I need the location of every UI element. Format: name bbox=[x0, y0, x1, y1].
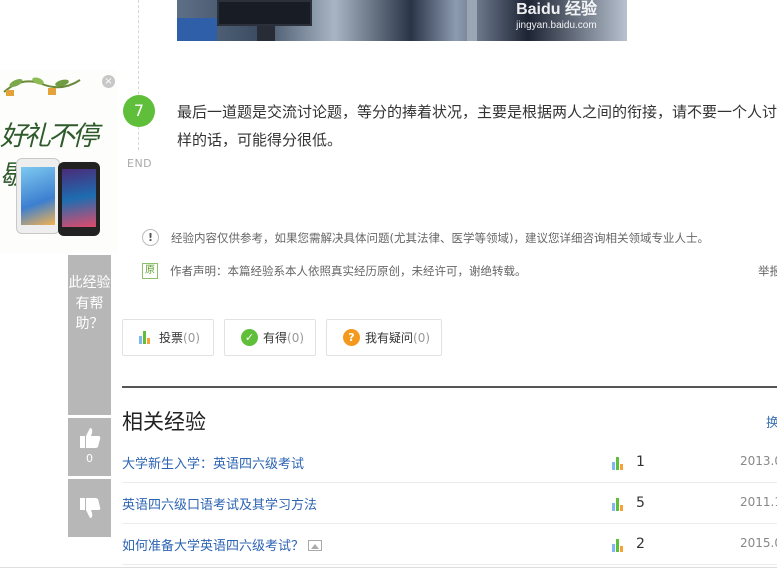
photo-detail bbox=[217, 0, 312, 26]
check-icon: ✓ bbox=[241, 329, 258, 346]
related-item-votes: 5 bbox=[612, 495, 645, 511]
step-text: 最后一道题是交流讨论题，等分的捧着状况，主要是根据两人之间的衔接，请不要一个人讨… bbox=[177, 103, 777, 149]
phone-image bbox=[16, 158, 60, 234]
related-title: 相关经验 bbox=[122, 410, 206, 434]
close-icon[interactable]: × bbox=[102, 75, 115, 88]
related-item-vote-count: 1 bbox=[636, 454, 645, 470]
related-item: 大学新生入学：英语四六级考试 1 2013.0 bbox=[122, 442, 777, 483]
vine-decoration-icon bbox=[3, 77, 81, 96]
related-item-votes: 2 bbox=[612, 536, 645, 552]
related-item-vote-count: 5 bbox=[636, 495, 645, 511]
original-badge-icon: 原 bbox=[142, 263, 158, 279]
related-item-date: 2013.0 bbox=[740, 454, 777, 468]
author-statement-row: 原 作者声明：本篇经验系本人依照真实经历原创，未经许可，谢绝转载。 bbox=[142, 263, 527, 279]
report-link[interactable]: 举报 bbox=[758, 263, 777, 279]
watermark-brand: Baidu 经验 bbox=[516, 1, 597, 18]
thumbs-up-count: 0 bbox=[86, 452, 93, 465]
vote-button[interactable]: 投票 (0) bbox=[122, 319, 214, 356]
related-item-date: 2011.1 bbox=[740, 495, 777, 509]
phone-image bbox=[58, 162, 100, 236]
bottom-divider bbox=[0, 567, 777, 568]
useful-label: 有得 bbox=[263, 331, 288, 345]
helpful-question: 此经验有帮助？ bbox=[68, 255, 111, 415]
related-item-link[interactable]: 如何准备大学英语四六级考试？ bbox=[122, 535, 323, 554]
photo-detail bbox=[257, 26, 275, 41]
promo-ad[interactable]: 好礼不停歇 bbox=[0, 70, 117, 253]
bar-chart-icon bbox=[612, 498, 626, 511]
related-item-title: 如何准备大学英语四六级考试？ bbox=[122, 539, 305, 554]
vote-count: (0) bbox=[183, 330, 201, 345]
related-item-votes: 1 bbox=[612, 454, 645, 470]
timeline-line bbox=[138, 0, 139, 150]
disclaimer-text: 经验内容仅供参考，如果您需解决具体问题(尤其法律、医学等领域)，建议您详细咨询相… bbox=[171, 230, 709, 245]
watermark-url: jingyan.baidu.com bbox=[516, 20, 597, 31]
disclaimer-row: ! 经验内容仅供参考，如果您需解决具体问题(尤其法律、医学等领域)，建议您详细咨… bbox=[142, 229, 709, 246]
related-item-link[interactable]: 大学新生入学：英语四六级考试 bbox=[122, 453, 304, 472]
question-label: 我有疑问 bbox=[365, 331, 414, 345]
question-icon: ? bbox=[343, 329, 360, 346]
bar-chart-icon bbox=[612, 539, 626, 552]
bar-chart-icon bbox=[139, 331, 153, 344]
bar-chart-icon bbox=[612, 457, 626, 470]
step-number-badge: 7 bbox=[123, 95, 155, 127]
related-item: 如何准备大学英语四六级考试？ 2 2015.0 bbox=[122, 524, 777, 565]
notice-box: ! 经验内容仅供参考，如果您需解决具体问题(尤其法律、医学等领域)，建议您详细咨… bbox=[122, 215, 777, 300]
related-item-vote-count: 2 bbox=[636, 536, 645, 552]
useful-button[interactable]: ✓ 有得 (0) bbox=[224, 319, 316, 356]
author-statement-text: 作者声明：本篇经验系本人依照真实经历原创，未经许可，谢绝转载。 bbox=[170, 264, 527, 278]
photo-detail bbox=[467, 0, 477, 41]
related-item: 英语四六级口语考试及其学习方法 5 2011.1 bbox=[122, 483, 777, 524]
related-divider bbox=[122, 386, 777, 388]
question-button[interactable]: ? 我有疑问 (0) bbox=[326, 319, 442, 356]
question-count: (0) bbox=[413, 330, 431, 345]
watermark: Baidu 经验 jingyan.baidu.com bbox=[516, 0, 597, 32]
photo-detail bbox=[177, 18, 217, 41]
vote-label: 投票 bbox=[159, 331, 184, 345]
image-icon bbox=[308, 540, 323, 551]
useful-count: (0) bbox=[287, 330, 305, 345]
thumbs-up-icon bbox=[79, 428, 100, 448]
exclamation-icon: ! bbox=[142, 229, 159, 246]
related-change-link[interactable]: 换 bbox=[766, 412, 777, 431]
end-label: END bbox=[127, 157, 153, 170]
thumbs-up-button[interactable]: 0 bbox=[68, 418, 111, 476]
thumbs-down-icon bbox=[79, 498, 100, 518]
step-photo[interactable]: Baidu 经验 jingyan.baidu.com bbox=[177, 0, 627, 41]
related-item-link[interactable]: 英语四六级口语考试及其学习方法 bbox=[122, 494, 317, 513]
related-item-date: 2015.0 bbox=[740, 536, 777, 550]
thumbs-down-button[interactable] bbox=[68, 479, 111, 537]
